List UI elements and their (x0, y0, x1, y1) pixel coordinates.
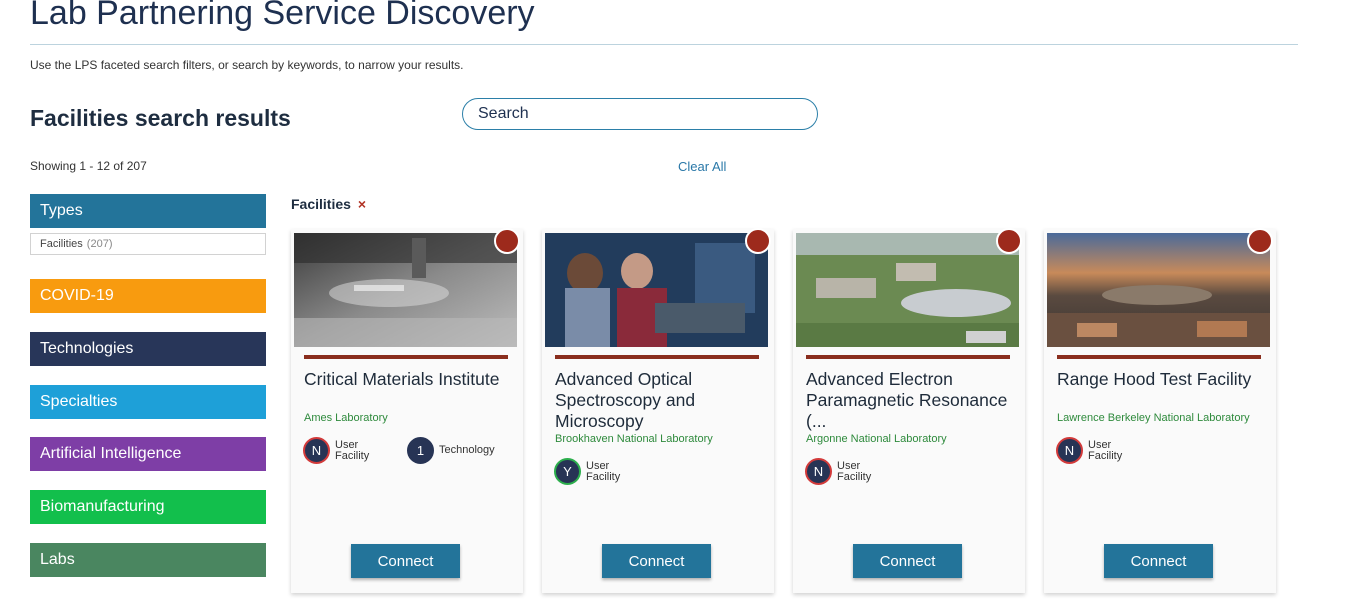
badge-label: User Facility (335, 438, 370, 462)
connect-button[interactable]: Connect (1104, 544, 1213, 578)
facility-photo (796, 233, 1019, 347)
badge-indicator: N (303, 437, 330, 464)
facet-specialties[interactable]: Specialties (30, 385, 266, 419)
facility-card: Advanced Electron Paramagnetic Resonance… (793, 228, 1025, 593)
connect-button[interactable]: Connect (853, 544, 962, 578)
facility-lab: Brookhaven National Laboratory (555, 433, 713, 445)
card-divider (806, 355, 1010, 359)
facility-image[interactable] (545, 233, 768, 347)
favorite-dot[interactable] (745, 228, 771, 254)
facet-option-label: Facilities (40, 238, 83, 250)
badge-indicator: N (805, 458, 832, 485)
page-title: Lab Partnering Service Discovery (30, 0, 535, 32)
active-filter-label: Facilities (291, 196, 351, 212)
facet-labs[interactable]: Labs (30, 543, 266, 577)
search-box[interactable] (462, 98, 818, 130)
badge-label: User Facility (837, 459, 872, 483)
card-divider (1057, 355, 1261, 359)
badge-label: User Facility (1088, 438, 1123, 462)
badge-indicator: Y (554, 458, 581, 485)
favorite-dot[interactable] (1247, 228, 1273, 254)
facility-card: Range Hood Test Facility Lawrence Berkel… (1044, 228, 1276, 593)
favorite-dot[interactable] (996, 228, 1022, 254)
facility-lab: Ames Laboratory (304, 412, 388, 424)
title-divider (30, 44, 1298, 45)
close-icon[interactable]: × (358, 196, 366, 212)
active-filter-chip: Facilities × (291, 196, 366, 212)
facility-photo (1047, 233, 1270, 347)
user-facility-badge: Y User Facility (554, 458, 628, 485)
facet-biomanufacturing[interactable]: Biomanufacturing (30, 490, 266, 524)
intro-text: Use the LPS faceted search filters, or s… (30, 58, 464, 72)
badge-row: N User Facility 1 Technology (303, 437, 539, 464)
facet-technologies[interactable]: Technologies (30, 332, 266, 366)
technology-badge: 1 Technology (407, 437, 509, 464)
facet-covid-19[interactable]: COVID-19 (30, 279, 266, 313)
user-facility-badge: N User Facility (805, 458, 879, 485)
connect-button[interactable]: Connect (351, 544, 460, 578)
facility-card: Critical Materials Institute Ames Labora… (291, 228, 523, 593)
user-facility-badge: N User Facility (1056, 437, 1130, 464)
facility-image[interactable] (294, 233, 517, 347)
results-heading: Facilities search results (30, 105, 291, 131)
badge-row: N User Facility (805, 458, 909, 485)
card-divider (304, 355, 508, 359)
user-facility-badge: N User Facility (303, 437, 377, 464)
facility-image[interactable] (796, 233, 1019, 347)
facet-types[interactable]: Types (30, 194, 266, 228)
facility-title[interactable]: Advanced Optical Spectroscopy and Micros… (555, 369, 765, 432)
facility-lab: Lawrence Berkeley National Laboratory (1057, 412, 1250, 424)
facility-photo (294, 233, 517, 347)
card-divider (555, 355, 759, 359)
facility-image[interactable] (1047, 233, 1270, 347)
facet-option-count: (207) (86, 238, 113, 250)
facility-title[interactable]: Range Hood Test Facility (1057, 369, 1267, 390)
clear-all-link[interactable]: Clear All (678, 159, 726, 174)
facet-artificial-intelligence[interactable]: Artificial Intelligence (30, 437, 266, 471)
badge-row: Y User Facility (554, 458, 658, 485)
facility-title[interactable]: Critical Materials Institute (304, 369, 514, 390)
facet-option-facilities[interactable]: Facilities (207) (30, 233, 266, 255)
search-input[interactable] (478, 105, 798, 123)
badge-indicator: N (1056, 437, 1083, 464)
badge-indicator: 1 (407, 437, 434, 464)
favorite-dot[interactable] (494, 228, 520, 254)
facility-photo (545, 233, 768, 347)
badge-label: Technology (439, 444, 495, 456)
badge-row: N User Facility (1056, 437, 1160, 464)
facility-card: Advanced Optical Spectroscopy and Micros… (542, 228, 774, 593)
badge-label: User Facility (586, 459, 621, 483)
facility-lab: Argonne National Laboratory (806, 433, 947, 445)
results-count: Showing 1 - 12 of 207 (30, 159, 147, 173)
facility-title[interactable]: Advanced Electron Paramagnetic Resonance… (806, 369, 1016, 432)
connect-button[interactable]: Connect (602, 544, 711, 578)
